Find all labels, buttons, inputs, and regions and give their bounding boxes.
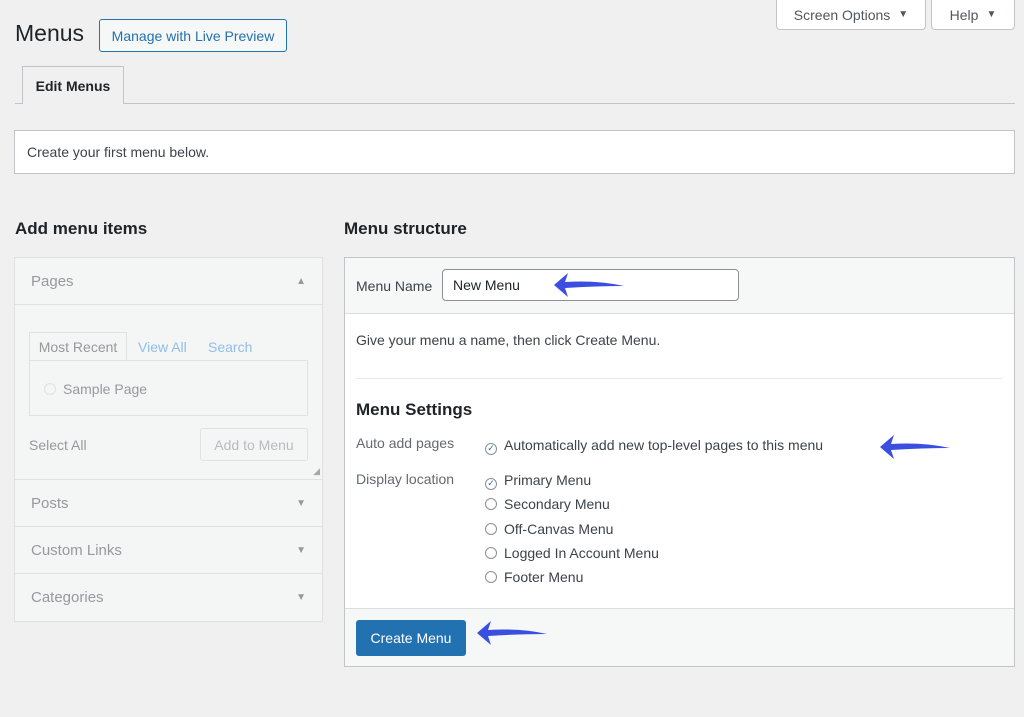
section-posts[interactable]: Posts ▼ xyxy=(15,480,322,527)
section-label: Custom Links xyxy=(31,541,122,559)
resize-handle-icon[interactable]: ◢ xyxy=(313,466,320,477)
location-footer-menu[interactable]: Footer Menu xyxy=(485,569,583,585)
location-label: Secondary Menu xyxy=(504,496,610,512)
section-label: Posts xyxy=(31,494,69,512)
auto-add-label: Auto add pages xyxy=(356,435,455,451)
footer-bar: Create Menu xyxy=(345,608,1014,666)
section-categories[interactable]: Categories ▼ xyxy=(15,574,322,621)
checkbox-icon xyxy=(485,498,497,510)
menu-name-label: Menu Name xyxy=(356,278,433,294)
notice: Create your first menu below. xyxy=(14,130,1015,174)
annotation-arrow-icon xyxy=(880,435,950,459)
checkbox-icon xyxy=(485,571,497,583)
section-pages[interactable]: Pages ▲ xyxy=(15,258,322,305)
help-button[interactable]: Help ▼ xyxy=(931,0,1015,30)
auto-add-option-label: Automatically add new top-level pages to… xyxy=(504,437,824,453)
create-menu-button[interactable]: Create Menu xyxy=(356,620,466,656)
checkbox-icon xyxy=(485,547,497,559)
screen-options-button[interactable]: Screen Options ▼ xyxy=(776,0,926,30)
add-menu-items-panel: Pages ▲ Most Recent View All Search Sampl… xyxy=(14,257,323,622)
add-to-menu-button[interactable]: Add to Menu xyxy=(200,428,308,461)
divider xyxy=(356,378,1002,379)
location-primary-menu[interactable]: ✓ Primary Menu xyxy=(485,472,591,490)
menu-name-bar: Menu Name xyxy=(345,258,1014,314)
menu-settings-heading: Menu Settings xyxy=(356,400,473,419)
caret-down-icon: ▼ xyxy=(296,497,306,509)
tab-divider xyxy=(15,103,1015,104)
location-secondary-menu[interactable]: Secondary Menu xyxy=(485,496,610,512)
checkmark-icon: ✓ xyxy=(485,442,497,455)
notice-text: Create your first menu below. xyxy=(27,144,210,160)
page-list: Sample Page xyxy=(29,360,308,416)
annotation-arrow-icon xyxy=(554,273,624,297)
location-label: Off-Canvas Menu xyxy=(504,521,614,537)
page-title: Menus xyxy=(15,20,85,46)
caret-down-icon: ▼ xyxy=(296,544,306,556)
instructions: Give your menu a name, then click Create… xyxy=(356,332,661,348)
location-logged-in-account-menu[interactable]: Logged In Account Menu xyxy=(485,545,659,561)
manage-live-preview-button[interactable]: Manage with Live Preview xyxy=(99,19,287,52)
location-label: Footer Menu xyxy=(504,569,584,585)
section-label: Categories xyxy=(31,589,104,606)
caret-down-icon: ▼ xyxy=(898,9,909,20)
tab-edit-menus[interactable]: Edit Menus xyxy=(22,66,124,104)
auto-add-checkbox[interactable]: ✓ Automatically add new top-level pages t… xyxy=(485,437,823,455)
help-label: Help xyxy=(949,6,979,23)
checkbox-icon xyxy=(485,523,497,535)
location-label: Logged In Account Menu xyxy=(504,545,659,561)
select-all-checkbox[interactable]: Select All xyxy=(29,437,87,453)
caret-down-icon: ▼ xyxy=(986,9,997,20)
tab-most-recent[interactable]: Most Recent xyxy=(29,332,127,361)
caret-down-icon: ▼ xyxy=(296,592,306,603)
add-menu-items-heading: Add menu items xyxy=(15,219,148,238)
caret-up-icon: ▲ xyxy=(296,275,306,287)
annotation-arrow-icon xyxy=(477,621,547,645)
sample-page-label: Sample Page xyxy=(63,381,148,397)
checkmark-icon: ✓ xyxy=(485,477,497,490)
location-label: Primary Menu xyxy=(504,472,592,488)
screen-options-label: Screen Options xyxy=(793,6,891,23)
section-label: Pages xyxy=(31,272,74,290)
menu-structure-panel: Menu Name Give your menu a name, then cl… xyxy=(344,257,1015,667)
section-custom-links[interactable]: Custom Links ▼ xyxy=(15,527,322,574)
location-off-canvas-menu[interactable]: Off-Canvas Menu xyxy=(485,521,613,537)
display-location-label: Display location xyxy=(356,471,455,487)
tab-search[interactable]: Search xyxy=(208,339,252,355)
menu-structure-heading: Menu structure xyxy=(344,219,467,238)
sample-page-checkbox[interactable] xyxy=(44,383,56,395)
tab-view-all[interactable]: View All xyxy=(138,339,187,355)
